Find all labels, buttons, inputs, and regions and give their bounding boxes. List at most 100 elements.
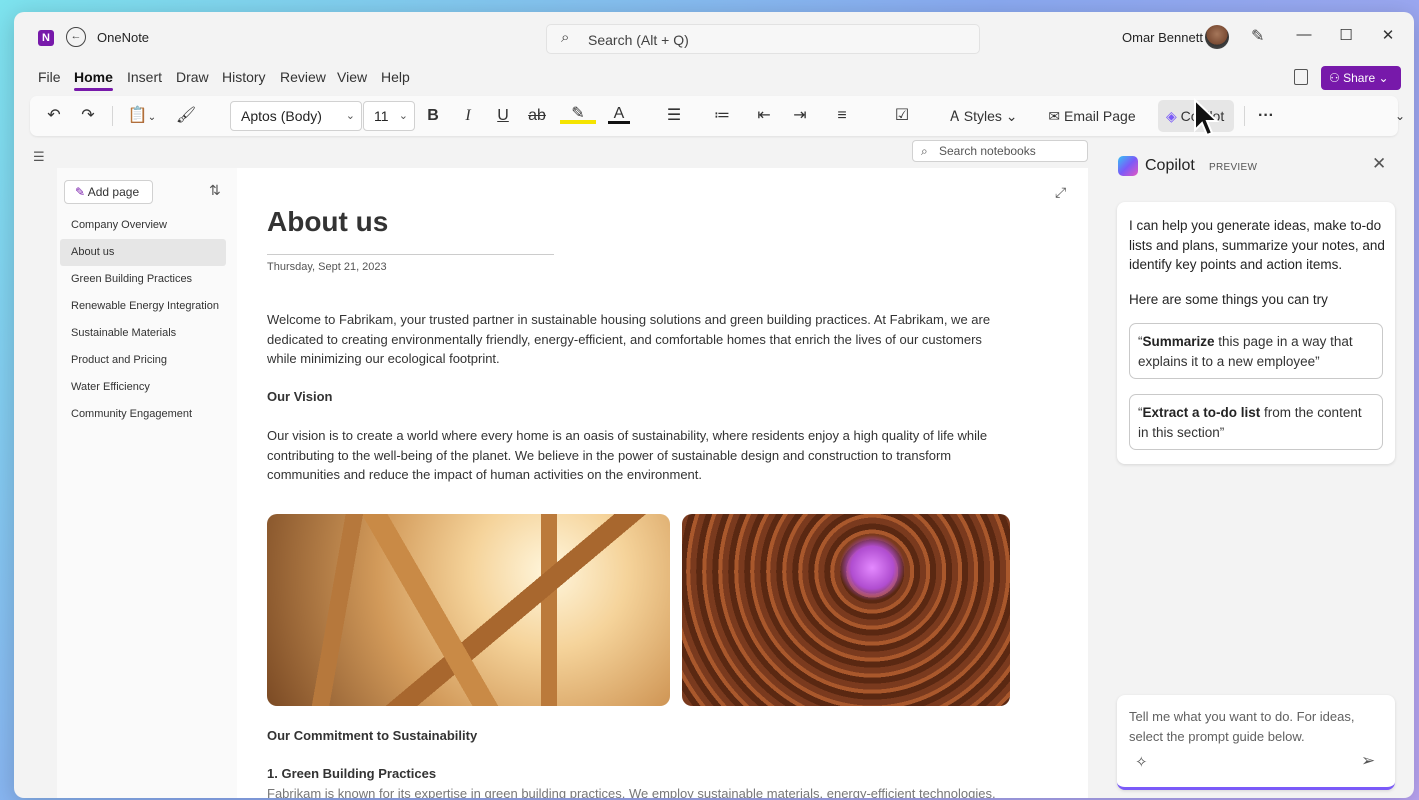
menu-view[interactable]: View bbox=[337, 69, 367, 85]
vision-paragraph[interactable]: Our vision is to create a world where ev… bbox=[267, 426, 1007, 485]
prompt-placeholder: Tell me what you want to do. For ideas, … bbox=[1129, 709, 1355, 744]
page-item[interactable]: Renewable Energy Integration bbox=[60, 293, 226, 320]
menu-history[interactable]: History bbox=[222, 69, 266, 85]
page-list-panel: ✎ Add page ⇅ Company Overview About us G… bbox=[57, 168, 237, 798]
bold-button[interactable]: B bbox=[422, 104, 444, 128]
strikethrough-button[interactable]: ab bbox=[526, 104, 548, 128]
email-page-button[interactable]: ✉ Email Page bbox=[1046, 104, 1138, 128]
copilot-icon: ◈ bbox=[1166, 108, 1181, 124]
menu-file[interactable]: File bbox=[38, 69, 61, 85]
menu-help[interactable]: Help bbox=[381, 69, 410, 85]
prompt-guide-icon[interactable]: ✧ bbox=[1135, 753, 1148, 771]
highlight-icon[interactable]: ✎ bbox=[560, 104, 596, 124]
page-item[interactable]: Sustainable Materials bbox=[60, 320, 226, 347]
styles-button[interactable]: Ꭺ Styles ⌄ bbox=[946, 104, 1022, 128]
share-icon: ⚇ bbox=[1329, 71, 1344, 85]
collapse-ribbon-icon[interactable]: ⌄ bbox=[1392, 104, 1408, 128]
copilot-logo-icon bbox=[1118, 156, 1138, 176]
back-button[interactable]: ← bbox=[66, 27, 86, 47]
timber-structure-image[interactable] bbox=[267, 514, 670, 706]
tag-icon[interactable]: ☑ bbox=[884, 104, 920, 128]
search-box[interactable]: ⌕ Search (Alt + Q) bbox=[546, 24, 980, 54]
pen-icon[interactable]: ✎ bbox=[1251, 26, 1264, 46]
page-date: Thursday, Sept 21, 2023 bbox=[267, 261, 387, 273]
menu-home[interactable]: Home bbox=[74, 69, 113, 91]
suggestion-extract[interactable]: “Extract a to-do list from the content i… bbox=[1129, 394, 1383, 450]
add-page-label: Add page bbox=[87, 185, 140, 199]
page-title[interactable]: About us bbox=[267, 206, 388, 238]
notebooks-icon[interactable] bbox=[1294, 69, 1308, 85]
chevron-down-icon: ⌄ bbox=[345, 110, 355, 122]
chevron-down-icon: ⌄ bbox=[398, 110, 408, 122]
maximize-button[interactable]: ☐ bbox=[1336, 26, 1356, 44]
suggestion-1-bold: Summarize bbox=[1142, 334, 1215, 349]
chevron-down-icon: ⌄ bbox=[1375, 71, 1389, 85]
intro-paragraph[interactable]: Welcome to Fabrikam, your trusted partne… bbox=[267, 310, 1007, 369]
preview-badge: PREVIEW bbox=[1209, 162, 1258, 173]
undo-icon[interactable]: ↶ bbox=[42, 104, 66, 128]
hamburger-icon[interactable]: ☰ bbox=[33, 149, 45, 165]
suggestion-summarize[interactable]: “Summarize this page in a way that expla… bbox=[1129, 323, 1383, 379]
app-name: OneNote bbox=[97, 30, 150, 45]
copilot-prompt-input[interactable]: Tell me what you want to do. For ideas, … bbox=[1117, 695, 1395, 790]
more-options-icon[interactable]: ··· bbox=[1254, 104, 1278, 128]
search-notebooks-input[interactable]: ⌕ Search notebooks bbox=[912, 140, 1088, 162]
redo-icon[interactable]: ↷ bbox=[76, 104, 100, 128]
page-item-selected[interactable]: About us bbox=[60, 239, 226, 266]
suggestion-2-bold: Extract a to-do list bbox=[1142, 405, 1261, 420]
menu-draw[interactable]: Draw bbox=[176, 69, 209, 85]
mail-icon: ✉ bbox=[1048, 108, 1065, 124]
underline-button[interactable]: U bbox=[492, 104, 514, 128]
italic-button[interactable]: I bbox=[457, 104, 479, 128]
user-name[interactable]: Omar Bennett bbox=[1122, 30, 1203, 45]
font-name-value: Aptos (Body) bbox=[241, 108, 322, 124]
avatar[interactable] bbox=[1205, 25, 1229, 49]
page-item[interactable]: Water Efficiency bbox=[60, 374, 226, 401]
spiral-atrium-image[interactable] bbox=[682, 514, 1010, 706]
page-canvas[interactable]: ⤢ About us Thursday, Sept 21, 2023 Welco… bbox=[237, 168, 1088, 798]
practice-heading[interactable]: 1. Green Building Practices bbox=[267, 766, 436, 781]
font-size-value: 11 bbox=[374, 108, 389, 124]
commitment-heading[interactable]: Our Commitment to Sustainability bbox=[267, 728, 477, 743]
add-page-button[interactable]: ✎ Add page bbox=[64, 180, 153, 204]
share-label: Share bbox=[1343, 71, 1376, 85]
share-button[interactable]: ⚇ Share ⌄ bbox=[1321, 66, 1401, 90]
close-window-button[interactable]: ✕ bbox=[1378, 26, 1398, 44]
menu-bar: File Home Insert Draw History Review Vie… bbox=[14, 62, 1414, 96]
menu-insert[interactable]: Insert bbox=[127, 69, 162, 85]
menu-review[interactable]: Review bbox=[280, 69, 326, 85]
send-icon[interactable]: ➢ bbox=[1361, 751, 1375, 771]
divider bbox=[1244, 106, 1245, 126]
format-painter-icon[interactable]: 🖌 bbox=[174, 104, 198, 128]
chevron-down-icon: ⌄ bbox=[1001, 108, 1018, 124]
font-size-select[interactable]: 11 ⌄ bbox=[363, 101, 415, 131]
indent-icon[interactable]: ⇥ bbox=[788, 104, 812, 128]
font-color-button[interactable]: A bbox=[608, 104, 630, 124]
practice-paragraph[interactable]: Fabrikam is known for its expertise in g… bbox=[267, 784, 1007, 798]
page-item[interactable]: Green Building Practices bbox=[60, 266, 226, 293]
search-placeholder: Search (Alt + Q) bbox=[588, 32, 689, 48]
sort-icon[interactable]: ⇅ bbox=[209, 182, 221, 199]
bullets-icon[interactable]: ☰ bbox=[656, 104, 692, 128]
align-icon[interactable]: ≡ bbox=[824, 104, 860, 128]
mouse-cursor-icon bbox=[1194, 98, 1220, 137]
numbering-icon[interactable]: ≔ bbox=[704, 104, 740, 128]
close-icon[interactable]: ✕ bbox=[1372, 154, 1386, 174]
font-name-select[interactable]: Aptos (Body) ⌄ bbox=[230, 101, 362, 131]
page-item[interactable]: Product and Pricing bbox=[60, 347, 226, 374]
page-item[interactable]: Community Engagement bbox=[60, 401, 226, 428]
copilot-title: Copilot bbox=[1145, 157, 1195, 174]
page-item[interactable]: Company Overview bbox=[60, 212, 226, 239]
search-notebooks-placeholder: Search notebooks bbox=[939, 144, 1036, 158]
vision-heading[interactable]: Our Vision bbox=[267, 389, 333, 404]
onenote-logo-icon: N bbox=[38, 30, 54, 46]
minimize-button[interactable]: — bbox=[1294, 26, 1314, 43]
title-divider bbox=[267, 254, 554, 255]
search-icon: ⌕ bbox=[561, 29, 570, 46]
email-page-label: Email Page bbox=[1064, 108, 1136, 124]
paste-icon[interactable]: 📋⌄ bbox=[124, 104, 160, 128]
title-bar: N ← OneNote ⌕ Search (Alt + Q) Omar Benn… bbox=[14, 12, 1414, 62]
copilot-pane: Copilot PREVIEW ✕ I can help you generat… bbox=[1102, 140, 1414, 798]
outdent-icon[interactable]: ⇤ bbox=[752, 104, 776, 128]
expand-icon[interactable]: ⤢ bbox=[1055, 184, 1066, 201]
